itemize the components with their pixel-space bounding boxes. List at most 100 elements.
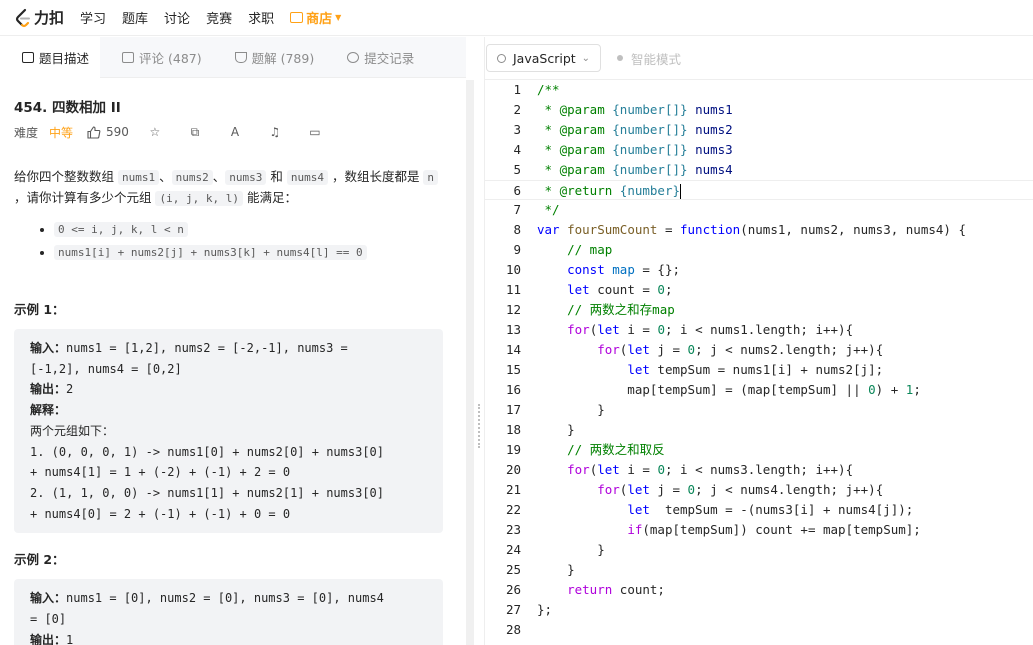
desc-text: ，数组长度都是 bbox=[327, 169, 424, 184]
inline-code: nums4 bbox=[286, 170, 328, 185]
code-line: 22 let tempSum = -(nums3[i] + nums4[j]); bbox=[485, 500, 1033, 520]
code-line: 20 for(let i = 0; i < nums3.length; i++)… bbox=[485, 460, 1033, 480]
line-number: 23 bbox=[505, 522, 521, 537]
smart-mode-label: 智能模式 bbox=[631, 51, 682, 67]
nav-item-store[interactable]: 商店 ▼ bbox=[290, 8, 341, 27]
line-number: 24 bbox=[505, 542, 521, 557]
logo-text: 力扣 bbox=[34, 9, 65, 27]
code-line: 4 * @param {number[]} nums3 bbox=[485, 140, 1033, 160]
inline-code: n bbox=[423, 170, 439, 185]
language-label: JavaScript bbox=[513, 50, 576, 66]
problem-description: 给你四个整数数组 nums1、 nums2、 nums3 和 nums4 ，数组长度… bbox=[14, 167, 452, 209]
thumbs-up-icon bbox=[87, 125, 101, 139]
line-number: 28 bbox=[505, 622, 521, 637]
tab-comments-label: 评论 (487) bbox=[139, 50, 202, 66]
flask-icon bbox=[234, 51, 247, 63]
nav-item-jobs[interactable]: 求职 bbox=[248, 8, 274, 27]
desc-text: 、 bbox=[212, 169, 226, 184]
nav-item-problemset[interactable]: 题库 bbox=[122, 8, 148, 27]
code-line: 17 } bbox=[485, 400, 1033, 420]
nav-item-learn[interactable]: 学习 bbox=[80, 8, 106, 27]
line-number: 4 bbox=[513, 142, 521, 157]
feedback-icon[interactable]: ▭ bbox=[309, 126, 321, 138]
drag-handle-icon[interactable] bbox=[478, 404, 480, 448]
line-number: 26 bbox=[505, 582, 521, 597]
language-select[interactable]: JavaScript ⌄ bbox=[486, 44, 601, 72]
share-icon[interactable]: ⧉ bbox=[189, 126, 201, 138]
example-text: 两个元组如下： bbox=[30, 423, 115, 438]
text-cursor bbox=[680, 184, 682, 199]
code-text: return count; bbox=[567, 582, 665, 597]
code-text: /** bbox=[537, 82, 560, 97]
comment-icon bbox=[122, 51, 135, 63]
example-text: nums1 = [0], nums2 = [0], nums3 = [0], n… bbox=[66, 591, 384, 606]
tab-comments[interactable]: 评论 (487) bbox=[100, 37, 213, 78]
tab-solutions[interactable]: 题解 (789) bbox=[213, 37, 326, 78]
code-editor[interactable]: 1 /** 2 * @param {number[]} nums1 3 * @pa… bbox=[485, 80, 1033, 645]
clock-icon bbox=[347, 51, 360, 63]
inline-code: nums3 bbox=[225, 170, 267, 185]
line-number: 20 bbox=[505, 462, 521, 477]
code-text: for(let i = 0; i < nums3.length; i++){ bbox=[567, 462, 854, 477]
code-text: let count = 0; bbox=[567, 282, 673, 297]
nav-item-discuss[interactable]: 讨论 bbox=[164, 8, 190, 27]
code-line: 10 const map = {}; bbox=[485, 260, 1033, 280]
code-line: 1 /** bbox=[485, 80, 1033, 100]
constraints-list: 0 <= i, j, k, l < n nums1[i] + nums2[j] … bbox=[54, 219, 452, 263]
chevron-down-icon: ⌄ bbox=[581, 52, 590, 64]
example-text: 2 bbox=[66, 382, 74, 397]
bell-icon[interactable]: ♫ bbox=[269, 126, 281, 138]
code-text: } bbox=[537, 422, 575, 437]
code-text: // 两数之和取反 bbox=[567, 442, 665, 457]
nav-item-contest[interactable]: 竞赛 bbox=[206, 8, 232, 27]
translate-icon[interactable]: A bbox=[229, 126, 241, 138]
code-text: } bbox=[537, 562, 575, 577]
example-text: 2. (1, 1, 0, 0) -> nums1[1] + nums2[1] +… bbox=[30, 485, 385, 500]
like-count: 590 bbox=[106, 125, 129, 139]
code-line: 2 * @param {number[]} nums1 bbox=[485, 100, 1033, 120]
desc-text: 、 bbox=[159, 169, 172, 184]
problem-tabs: 题目描述 评论 (487) 题解 (789) 提交记录 bbox=[0, 37, 466, 78]
example-text: = [0] bbox=[30, 612, 67, 627]
panel-splitter[interactable] bbox=[474, 37, 484, 645]
example-text: 1. (0, 0, 0, 1) -> nums1[0] + nums2[0] +… bbox=[30, 444, 385, 459]
line-number: 6 bbox=[513, 183, 521, 198]
line-number: 5 bbox=[513, 162, 521, 177]
code-line: 25 } bbox=[485, 560, 1033, 580]
code-line: 3 * @param {number[]} nums2 bbox=[485, 120, 1033, 140]
line-number: 19 bbox=[505, 442, 521, 457]
line-number: 1 bbox=[513, 82, 521, 97]
example-text: nums1 = [1,2], nums2 = [-2,-1], nums3 = bbox=[66, 341, 348, 355]
inline-code: (i, j, k, l) bbox=[155, 191, 243, 206]
smart-mode-toggle[interactable]: 智能模式 bbox=[617, 49, 681, 68]
line-number: 14 bbox=[505, 342, 521, 357]
code-text: // 两数之和存map bbox=[567, 302, 675, 317]
input-label: 输入： bbox=[30, 341, 67, 355]
constraint-code: 0 <= i, j, k, l < n bbox=[54, 222, 188, 237]
line-number: 18 bbox=[505, 422, 521, 437]
tab-description[interactable]: 题目描述 bbox=[0, 37, 101, 78]
code-line: 7 */ bbox=[485, 200, 1033, 220]
difficulty-label: 难度 bbox=[14, 125, 39, 140]
desc-text: ，请你计算有多少个元组 bbox=[14, 190, 156, 205]
code-text: if(map[tempSum]) count += map[tempSum]; bbox=[627, 522, 921, 537]
desc-text: 给你四个整数数组 bbox=[14, 169, 118, 184]
line-number: 8 bbox=[513, 222, 521, 237]
example-2-title: 示例 2： bbox=[14, 552, 65, 568]
code-line: 12 // 两数之和存map bbox=[485, 300, 1033, 320]
explain-label: 解释： bbox=[30, 403, 67, 418]
problem-panel: 题目描述 评论 (487) 题解 (789) 提交记录 454. 四数相加 II… bbox=[0, 37, 466, 645]
code-text: }; bbox=[537, 602, 553, 617]
line-number: 2 bbox=[513, 102, 521, 117]
logo[interactable]: 力扣 bbox=[14, 7, 64, 28]
code-line: 11 let count = 0; bbox=[485, 280, 1033, 300]
code-line: 5 * @param {number[]} nums4 bbox=[485, 160, 1033, 180]
tab-submissions[interactable]: 提交记录 bbox=[325, 37, 425, 78]
code-line: 26 return count; bbox=[485, 580, 1033, 600]
star-icon[interactable]: ☆ bbox=[149, 126, 161, 138]
code-line: 15 let tempSum = nums1[i] + nums2[j]; bbox=[485, 360, 1033, 380]
problem-meta: 难度 中等 590 ☆ ⧉ A ♫ ▭ bbox=[14, 123, 452, 141]
like-button[interactable]: 590 bbox=[87, 125, 129, 139]
code-text: const map = {}; bbox=[567, 262, 681, 277]
inline-code: nums1 bbox=[117, 170, 160, 185]
